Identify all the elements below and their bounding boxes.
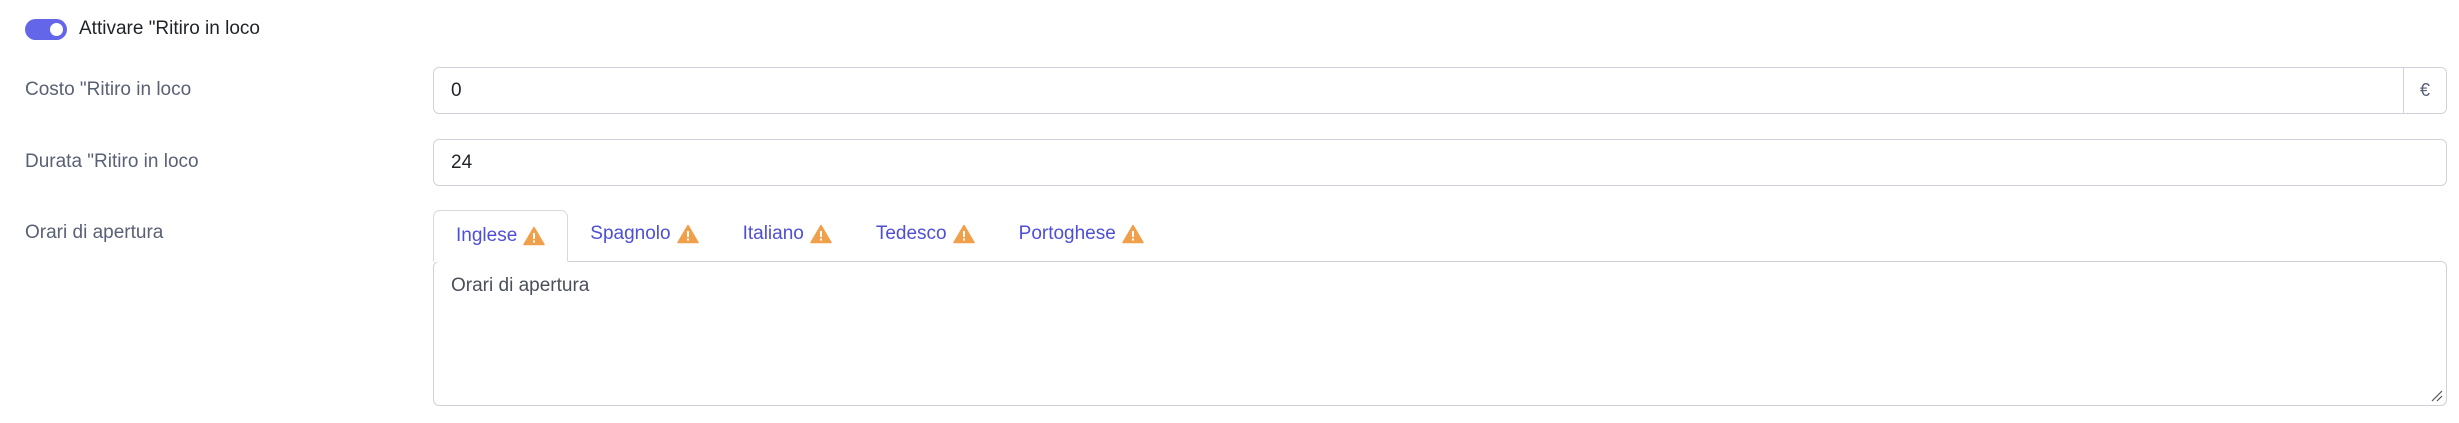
pickup-toggle-row: Attivare "Ritiro in loco [25,14,260,44]
warning-icon [1122,224,1144,244]
pickup-toggle-switch[interactable] [25,18,67,40]
tab-label: Tedesco [875,223,947,244]
tab-label: Inglese [456,224,518,246]
toggle-knob [50,22,63,36]
warning-icon [676,224,699,244]
warning-icon [952,224,975,244]
resize-handle-icon[interactable] [2429,388,2443,402]
language-tabs: Inglese Spagnolo Italiano Tedesco Portog… [433,208,1166,262]
warning-icon [810,224,832,244]
textarea-placeholder: Orari di apertura [451,275,590,296]
tab-portuguese[interactable]: Portoghese [997,208,1166,260]
tab-italian[interactable]: Italiano [721,208,854,260]
pickup-toggle-label[interactable]: Attivare "Ritiro in loco [79,18,260,40]
duration-input-group: 24 [433,139,2447,186]
tab-german[interactable]: Tedesco [854,208,997,260]
opening-hours-label: Orari di apertura [25,222,164,243]
duration-field-label: Durata "Ritiro in loco [25,151,199,172]
warning-icon [523,226,546,245]
cost-input[interactable]: 0 [434,68,2403,113]
tab-label: Portoghese [1018,223,1116,244]
currency-addon: € [2403,68,2446,113]
tab-label: Spagnolo [590,223,671,244]
tab-label: Italiano [742,223,804,244]
cost-input-group: 0 € [433,67,2447,114]
opening-hours-textarea[interactable]: Orari di apertura [433,261,2447,406]
tab-english[interactable]: Inglese [433,209,569,262]
duration-input[interactable]: 24 [434,140,2446,185]
tab-spanish[interactable]: Spagnolo [568,208,720,260]
cost-field-label: Costo "Ritiro in loco [25,79,192,100]
